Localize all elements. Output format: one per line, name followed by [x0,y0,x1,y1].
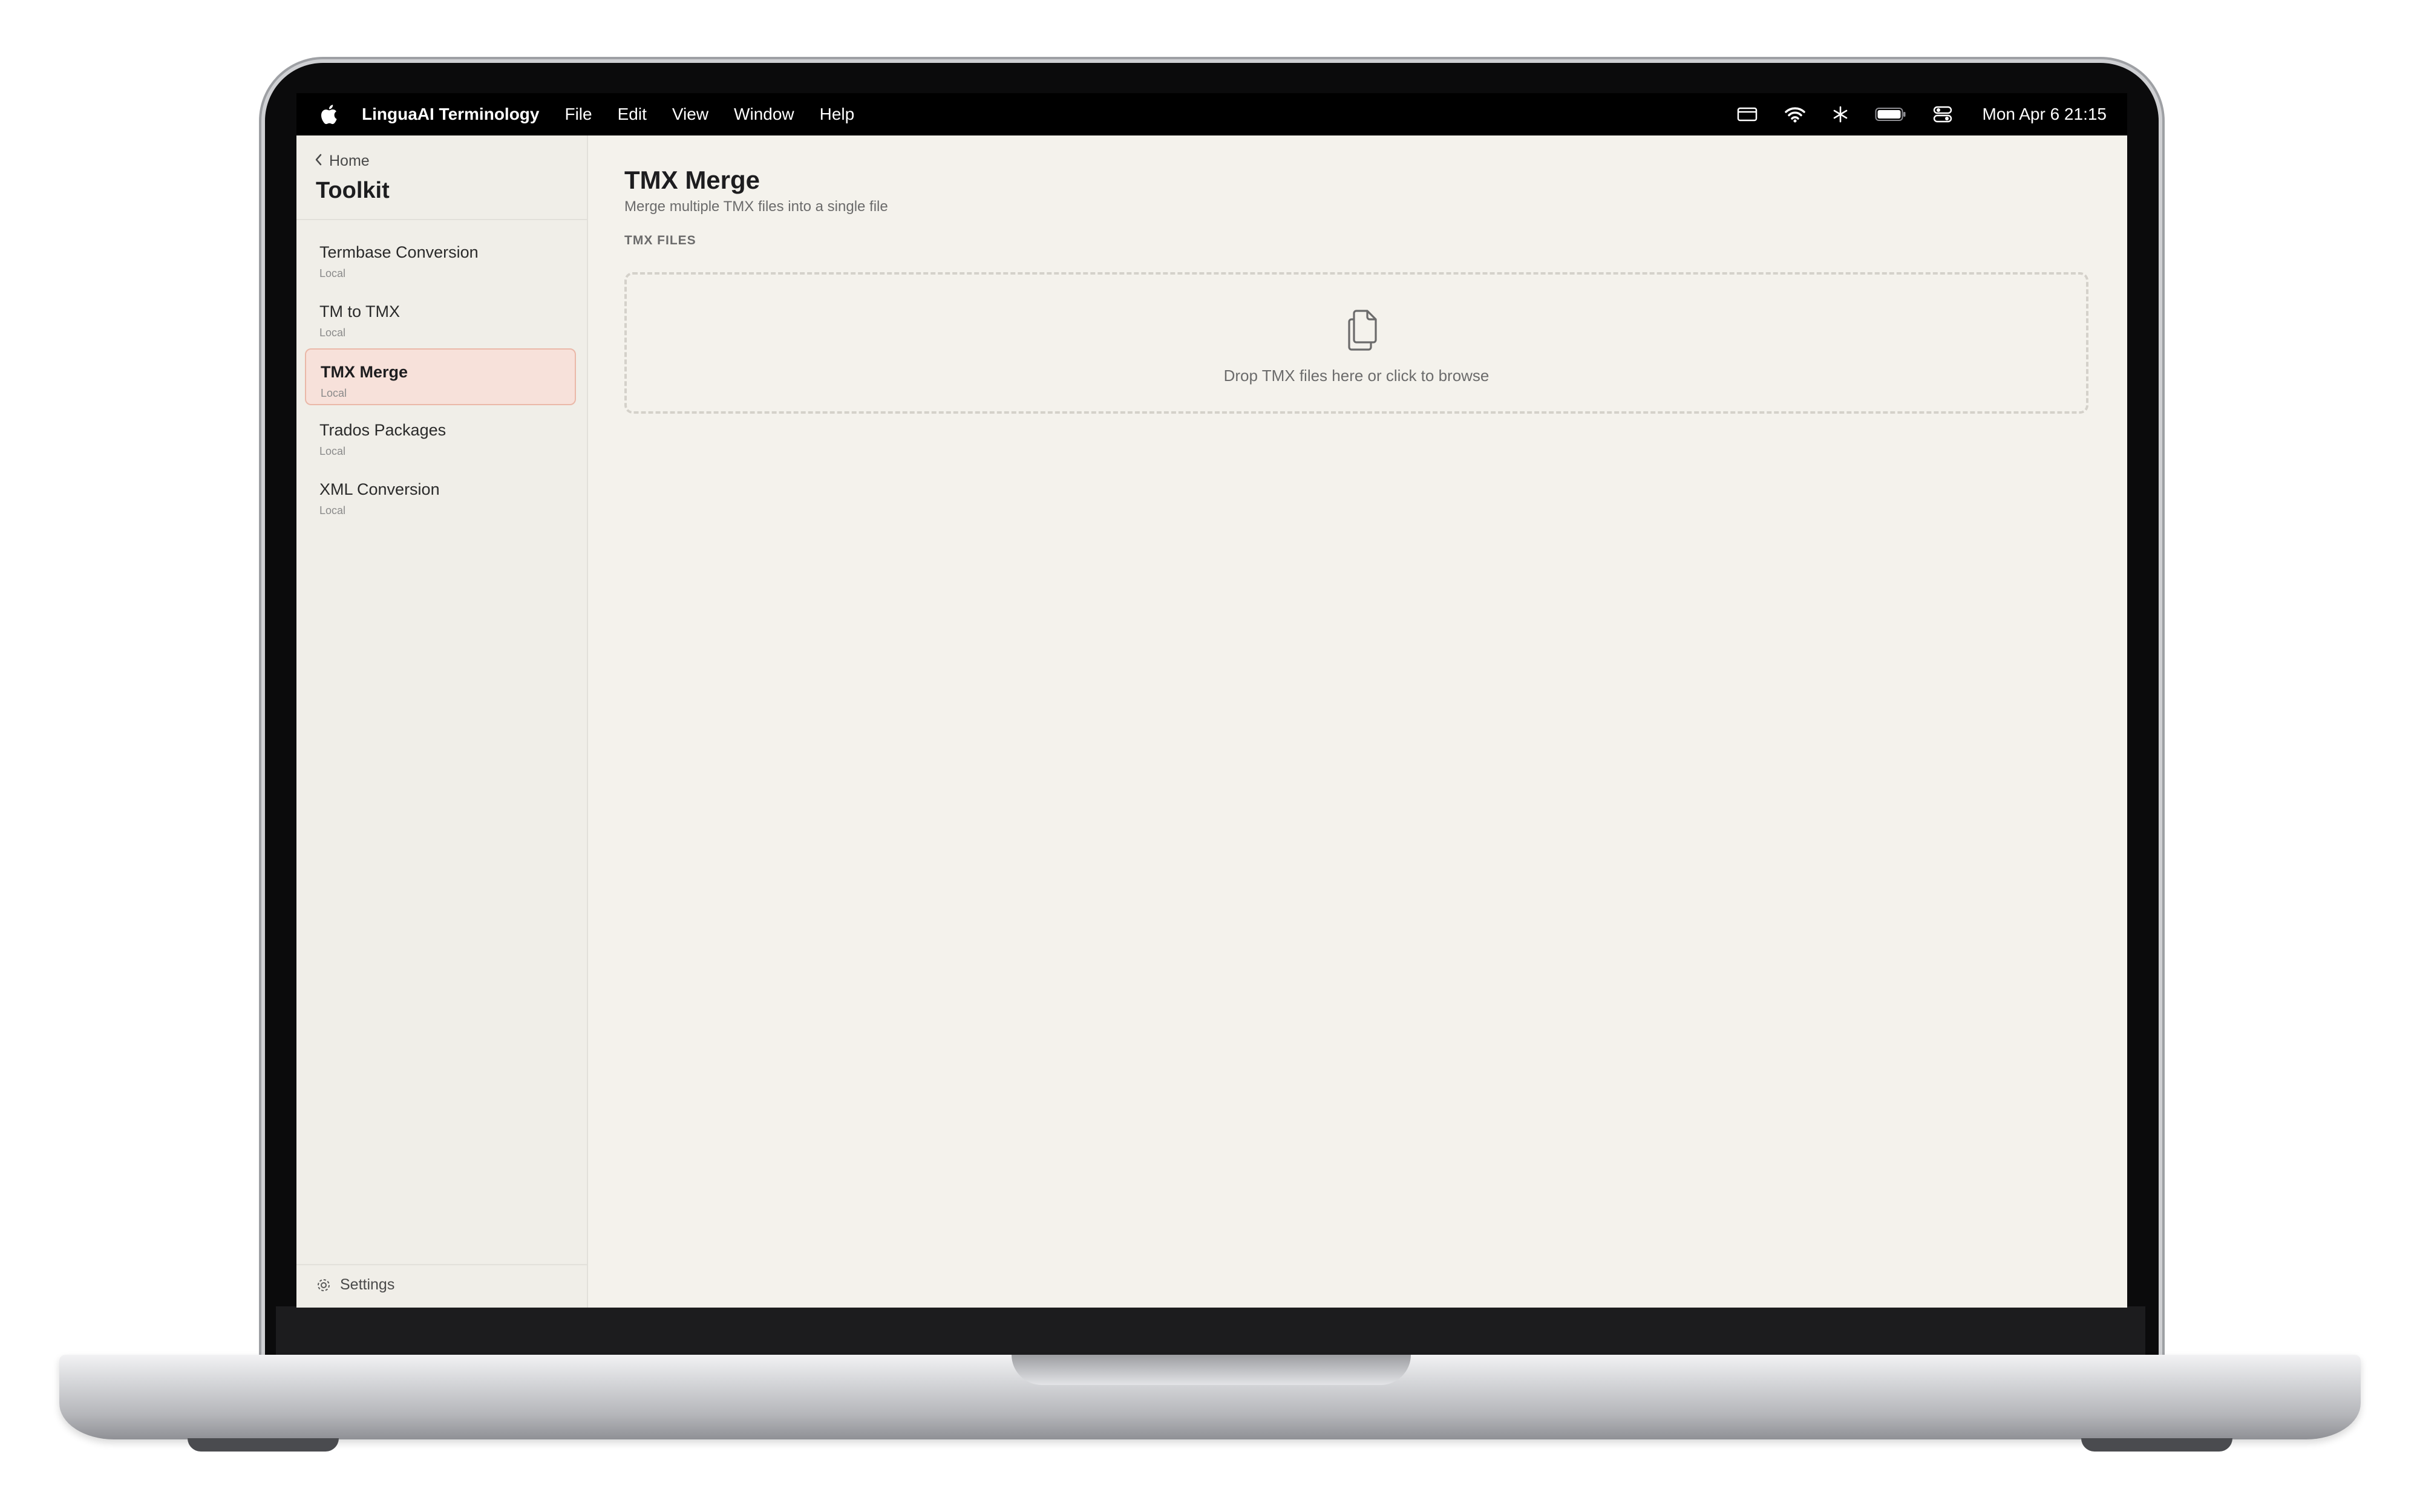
sidebar-item-tm-to-tmx[interactable]: TM to TMX Local [305,289,576,346]
sidebar-item-label: Trados Packages [319,421,446,439]
battery-icon[interactable] [1875,107,1906,122]
sidebar-item-trados-packages[interactable]: Trados Packages Local [305,408,576,464]
chevron-left-icon [315,152,322,170]
page-subtitle: Merge multiple TMX files into a single f… [624,198,888,215]
main-content: TMX Merge Merge multiple TMX files into … [587,135,2127,1308]
bluetooth-icon[interactable] [1833,105,1848,123]
sidebar-item-label: Termbase Conversion [319,243,479,261]
back-home-label: Home [329,152,370,169]
sidebar-item-sublabel: Local [319,445,346,457]
laptop-notch [1012,1355,1411,1385]
control-center-icon[interactable] [1933,106,1952,123]
settings-button[interactable]: Settings [316,1276,394,1294]
sidebar-item-sublabel: Local [319,327,346,339]
menu-view[interactable]: View [672,105,708,124]
sidebar-item-sublabel: Local [321,387,347,399]
laptop-foot-right [2081,1438,2232,1452]
back-home-link[interactable]: Home [315,152,370,170]
dropzone-text: Drop TMX files here or click to browse [1223,367,1490,385]
display-icon[interactable] [1737,106,1758,122]
menu-edit[interactable]: Edit [618,105,647,124]
sidebar: Home Toolkit Termbase Conversion Local T… [296,135,588,1308]
sidebar-item-termbase-conversion[interactable]: Termbase Conversion Local [305,230,576,287]
sidebar-item-label: TM to TMX [319,302,401,321]
menu-window[interactable]: Window [734,105,794,124]
sidebar-footer-divider [296,1264,587,1265]
gear-icon [316,1277,332,1293]
laptop-foot-left [188,1438,339,1452]
sidebar-item-label: TMX Merge [321,363,408,381]
menu-file[interactable]: File [564,105,592,124]
laptop-bezel [276,1306,2145,1362]
sidebar-item-tmx-merge[interactable]: TMX Merge Local [305,348,576,405]
documents-icon [1343,307,1382,352]
settings-label: Settings [340,1276,395,1293]
screen: LinguaAI Terminology File Edit View Wind… [296,93,2127,1308]
sidebar-item-sublabel: Local [319,267,346,279]
sidebar-item-xml-conversion[interactable]: XML Conversion Local [305,467,576,524]
sidebar-item-label: XML Conversion [319,480,440,498]
menu-help[interactable]: Help [820,105,855,124]
page-title: TMX Merge [624,166,760,194]
sidebar-divider [296,219,587,220]
apple-logo-icon[interactable] [319,104,338,125]
menu-bar: LinguaAI Terminology File Edit View Wind… [296,93,2127,135]
sidebar-title: Toolkit [316,178,390,203]
app-name-menu[interactable]: LinguaAI Terminology [362,105,539,124]
menu-bar-clock[interactable]: Mon Apr 6 21:15 [1983,105,2107,124]
wifi-icon[interactable] [1784,106,1806,123]
tmx-file-dropzone[interactable]: Drop TMX files here or click to browse [624,272,2088,414]
sidebar-item-sublabel: Local [319,504,346,516]
section-label-tmx-files: TMX FILES [624,233,696,247]
